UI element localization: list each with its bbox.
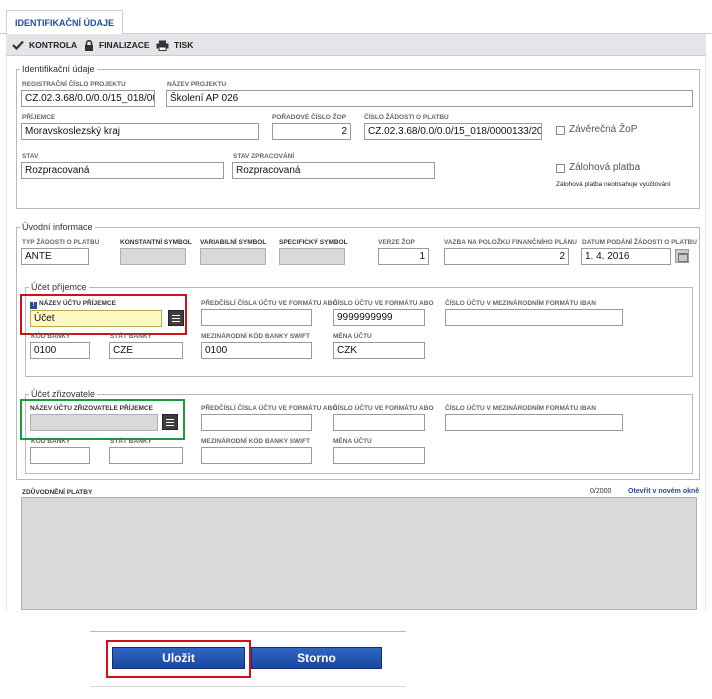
specific-symbol-label: SPECIFICKÝ SYMBOL [279, 239, 348, 246]
account-prefix-field[interactable] [201, 309, 312, 326]
save-red-highlight-box [106, 640, 251, 678]
founder-prefix-field[interactable] [201, 414, 312, 431]
processing-state-field[interactable]: Rozpracovaná [232, 162, 435, 179]
green-highlight-box [20, 399, 185, 440]
submit-date-field[interactable]: 1. 4. 2016 [581, 248, 671, 265]
lock-icon [85, 39, 93, 51]
calendar-icon[interactable] [675, 249, 689, 263]
constant-symbol-field[interactable] [120, 248, 186, 265]
recipient-field[interactable]: Moravskoslezský kraj [21, 123, 259, 140]
recipient-label: PŘÍJEMCE [22, 114, 56, 121]
divider-top [90, 631, 406, 632]
specific-symbol-field[interactable] [279, 248, 345, 265]
founder-bank-country-field[interactable] [109, 447, 183, 464]
account-number-label: ČÍSLO ÚČTU VE FORMÁTU ABO [333, 300, 434, 307]
request-number-field[interactable]: CZ.02.3.68/0.0/0.0/15_018/0000133/2016/0… [364, 123, 542, 140]
tisk-button[interactable]: TISK [156, 34, 193, 56]
currency-field[interactable]: CZK [333, 342, 425, 359]
founder-bank-code-field[interactable] [30, 447, 90, 464]
justification-textarea[interactable] [21, 497, 697, 610]
founder-swift-field[interactable] [201, 447, 312, 464]
swift-field[interactable]: 0100 [201, 342, 312, 359]
founder-bank-country-label: STÁT BANKY [110, 438, 152, 445]
tisk-label: TISK [174, 40, 194, 50]
founder-swift-label: MEZINÁRODNÍ KÓD BANKY SWIFT [201, 438, 310, 445]
variable-symbol-label: VARIABILNÍ SYMBOL [200, 239, 267, 246]
kontrola-label: KONTROLA [29, 40, 78, 50]
bank-country-field[interactable]: CZE [109, 342, 183, 359]
red-highlight-box [20, 294, 187, 335]
founder-prefix-label: PŘEDČÍSLÍ ČÍSLA ÚČTU VE FORMÁTU ABO [201, 405, 338, 412]
iban-label: ČÍSLO ÚČTU V MEZINÁRODNÍM FORMÁTU IBAN [445, 300, 596, 307]
intro-legend: Úvodní informace [22, 222, 93, 232]
state-field[interactable]: Rozpracovaná [21, 162, 224, 179]
constant-symbol-label: KONSTANTNÍ SYMBOL [120, 239, 192, 246]
justification-label: ZDŮVODNĚNÍ PLATBY [22, 489, 93, 496]
bank-country-label: STÁT BANKY [110, 333, 152, 340]
founder-bank-code-label: KÓD BANKY [31, 438, 71, 445]
project-name-label: NÁZEV PROJEKTU [167, 81, 227, 88]
character-counter: 0/2000 [590, 488, 612, 495]
state-label: STAV [22, 153, 39, 160]
advance-payment-label: Zálohová platba [569, 162, 641, 173]
founder-currency-field[interactable] [333, 447, 425, 464]
request-type-field[interactable]: ANTE [21, 248, 89, 265]
currency-label: MĚNA ÚČTU [333, 333, 372, 340]
tab-identifikacni-udaje[interactable]: IDENTIFIKAČNÍ ÚDAJE [6, 10, 124, 35]
finalizace-button[interactable]: FINALIZACE [84, 34, 150, 56]
cancel-button[interactable]: Storno [251, 647, 382, 669]
checkmark-icon [12, 40, 24, 50]
printer-icon [156, 40, 169, 51]
founder-account-legend: Účet zřizovatele [31, 389, 96, 399]
reg-number-field[interactable]: CZ.02.3.68/0.0/0.0/15_018/0000 [21, 90, 155, 107]
plan-link-field[interactable]: 2 [444, 248, 569, 265]
plan-link-label: VAZBA NA POLOŽKU FINANČNÍHO PLÁNU [444, 239, 578, 246]
reg-number-label: REGISTRAČNÍ ČÍSLO PROJEKTU [22, 81, 126, 88]
version-label: VERZE ŽOP [378, 239, 415, 246]
swift-label: MEZINÁRODNÍ KÓD BANKY SWIFT [201, 333, 310, 340]
version-field[interactable]: 1 [378, 248, 429, 265]
founder-number-label: ČÍSLO ÚČTU VE FORMÁTU ABO [333, 405, 434, 412]
open-new-window-link[interactable]: Otevřít v novém okně [628, 488, 699, 495]
divider-bottom [90, 686, 406, 687]
order-number-label: POŘADOVÉ ČÍSLO ŽOP [272, 114, 347, 121]
final-request-checkbox[interactable] [556, 126, 565, 135]
advance-payment-note: Zálohová platba neobsahuje vyúčtování [556, 181, 671, 188]
founder-number-field[interactable] [333, 414, 425, 431]
account-number-field[interactable]: 9999999999 [333, 309, 425, 326]
bank-code-field[interactable]: 0100 [30, 342, 90, 359]
recipient-account-legend: Účet příjemce [31, 282, 87, 292]
submit-date-label: DATUM PODÁNÍ ŽÁDOSTI O PLATBU [582, 239, 697, 246]
project-name-field[interactable]: Školení AP 026 [166, 90, 693, 107]
advance-payment-checkbox[interactable] [556, 164, 565, 173]
founder-currency-label: MĚNA ÚČTU [333, 438, 372, 445]
account-prefix-label: PŘEDČÍSLÍ ČÍSLA ÚČTU VE FORMÁTU ABO [201, 300, 338, 307]
finalizace-label: FINALIZACE [99, 40, 150, 50]
processing-state-label: STAV ZPRACOVÁNÍ [233, 153, 295, 160]
final-request-label: Závěrečná ŽoP [569, 124, 638, 135]
toolbar: KONTROLA FINALIZACE TISK [6, 34, 706, 56]
identification-legend: Identifikační údaje [22, 64, 95, 74]
founder-iban-field[interactable] [445, 414, 623, 431]
kontrola-button[interactable]: KONTROLA [12, 34, 77, 56]
request-number-label: ČÍSLO ŽÁDOSTI O PLATBU [364, 114, 449, 121]
order-number-field[interactable]: 2 [272, 123, 351, 140]
founder-iban-label: ČÍSLO ÚČTU V MEZINÁRODNÍM FORMÁTU IBAN [445, 405, 596, 412]
bank-code-label: KÓD BANKY [31, 333, 71, 340]
request-type-label: TYP ŽÁDOSTI O PLATBU [22, 239, 100, 246]
iban-field[interactable] [445, 309, 623, 326]
variable-symbol-field[interactable] [200, 248, 266, 265]
